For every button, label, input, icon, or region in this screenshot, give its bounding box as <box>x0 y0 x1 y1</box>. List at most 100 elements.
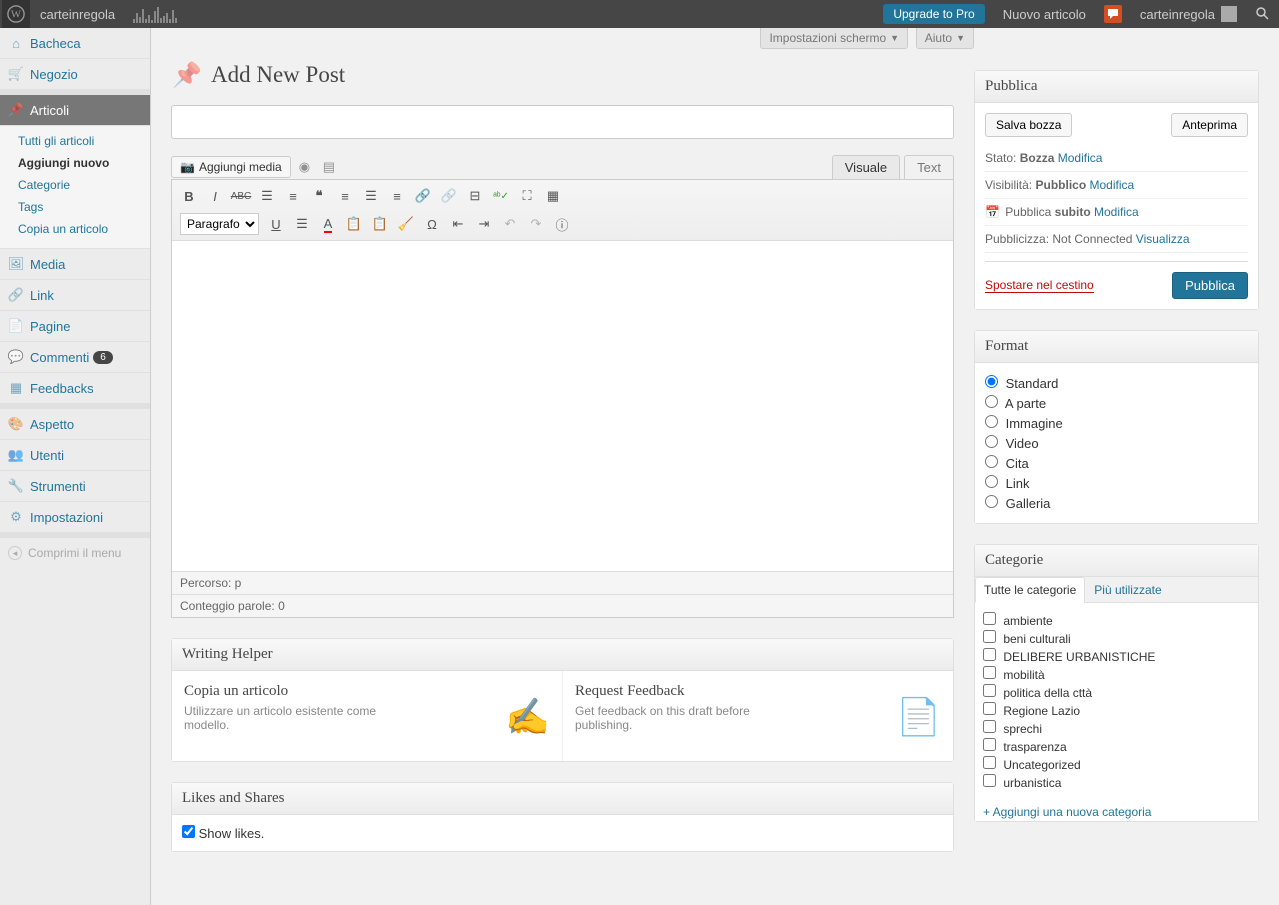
category-item[interactable]: beni culturali <box>983 629 1250 647</box>
paste-text-button[interactable]: 📋 <box>342 213 366 235</box>
number-list-button[interactable]: ≡ <box>281 185 305 207</box>
category-checkbox[interactable] <box>983 702 996 715</box>
submenu-add-new[interactable]: Aggiungi nuovo <box>10 152 150 174</box>
category-checkbox[interactable] <box>983 738 996 751</box>
site-name[interactable]: carteinregola <box>30 7 125 22</box>
format-option[interactable]: Galleria <box>985 493 1248 513</box>
save-draft-button[interactable]: Salva bozza <box>985 113 1072 137</box>
form-icon[interactable]: ▤ <box>323 159 339 175</box>
category-item[interactable]: Regione Lazio <box>983 701 1250 719</box>
category-checkbox[interactable] <box>983 684 996 697</box>
spellcheck-button[interactable]: ᵃᵇ✓ <box>489 185 513 207</box>
editor-content[interactable] <box>172 241 953 571</box>
edit-visibility-link[interactable]: Modifica <box>1090 178 1135 192</box>
paragraph-select[interactable]: Paragrafo <box>180 213 259 235</box>
notification-icon[interactable] <box>1104 5 1122 23</box>
indent-button[interactable]: ⇥ <box>472 213 496 235</box>
category-item[interactable]: politica della cttà <box>983 683 1250 701</box>
tab-text[interactable]: Text <box>904 155 954 179</box>
format-radio[interactable] <box>985 375 998 388</box>
format-option[interactable]: Immagine <box>985 413 1248 433</box>
wp-logo-icon[interactable]: W <box>2 0 30 28</box>
charmap-button[interactable]: Ω <box>420 213 444 235</box>
category-checkbox[interactable] <box>983 756 996 769</box>
submenu-all-posts[interactable]: Tutti gli articoli <box>10 130 150 152</box>
tab-most-used[interactable]: Più utilizzate <box>1085 577 1170 603</box>
category-item[interactable]: ambiente <box>983 611 1250 629</box>
outdent-button[interactable]: ⇤ <box>446 213 470 235</box>
more-button[interactable]: ⊟ <box>463 185 487 207</box>
align-left-button[interactable]: ≡ <box>333 185 357 207</box>
remove-format-button[interactable]: 🧹 <box>394 213 418 235</box>
category-item[interactable]: sprechi <box>983 719 1250 737</box>
category-checkbox[interactable] <box>983 648 996 661</box>
submenu-copy-post[interactable]: Copia un articolo <box>10 218 150 240</box>
screen-options-button[interactable]: Impostazioni schermo▼ <box>760 28 908 49</box>
category-checkbox[interactable] <box>983 612 996 625</box>
new-post-link[interactable]: Nuovo articolo <box>993 0 1096 28</box>
fullscreen-button[interactable]: ⛶ <box>515 185 539 207</box>
submenu-tags[interactable]: Tags <box>10 196 150 218</box>
post-title-input[interactable] <box>171 105 954 139</box>
collapse-menu[interactable]: ◂Comprimi il menu <box>0 538 150 568</box>
format-radio[interactable] <box>985 395 998 408</box>
menu-dashboard[interactable]: ⌂Bacheca <box>0 28 150 59</box>
help-button[interactable]: Aiuto▼ <box>916 28 974 49</box>
link-button[interactable]: 🔗 <box>411 185 435 207</box>
add-category-link[interactable]: + Aggiungi una nuova categoria <box>975 799 1258 821</box>
show-likes-checkbox[interactable] <box>182 825 195 838</box>
edit-status-link[interactable]: Modifica <box>1058 151 1103 165</box>
menu-comments[interactable]: 💬Commenti6 <box>0 342 150 373</box>
copy-post-card[interactable]: Copia un articolo Utilizzare un articolo… <box>172 671 562 761</box>
textcolor-button[interactable]: A <box>316 213 340 235</box>
category-item[interactable]: trasparenza <box>983 737 1250 755</box>
bullet-list-button[interactable]: ☰ <box>255 185 279 207</box>
unlink-button[interactable]: 🔗 <box>437 185 461 207</box>
submenu-categories[interactable]: Categorie <box>10 174 150 196</box>
poll-icon[interactable]: ◉ <box>299 159 315 175</box>
format-option[interactable]: Cita <box>985 453 1248 473</box>
tab-visual[interactable]: Visuale <box>832 155 900 179</box>
menu-posts[interactable]: 📌Articoli <box>0 95 150 126</box>
underline-button[interactable]: U <box>264 213 288 235</box>
bold-button[interactable]: B <box>177 185 201 207</box>
category-checkbox[interactable] <box>983 774 996 787</box>
menu-users[interactable]: 👥Utenti <box>0 440 150 471</box>
upgrade-button[interactable]: Upgrade to Pro <box>883 4 984 24</box>
category-checkbox[interactable] <box>983 666 996 679</box>
format-radio[interactable] <box>985 415 998 428</box>
preview-button[interactable]: Anteprima <box>1171 113 1248 137</box>
edit-schedule-link[interactable]: Modifica <box>1094 205 1139 219</box>
align-right-button[interactable]: ≡ <box>385 185 409 207</box>
format-option[interactable]: A parte <box>985 393 1248 413</box>
add-media-button[interactable]: 📷Aggiungi media <box>171 156 291 178</box>
format-radio[interactable] <box>985 435 998 448</box>
format-option[interactable]: Standard <box>985 373 1248 393</box>
undo-button[interactable]: ↶ <box>498 213 522 235</box>
menu-feedbacks[interactable]: ▦Feedbacks <box>0 373 150 404</box>
publish-button[interactable]: Pubblica <box>1172 272 1248 299</box>
menu-links[interactable]: 🔗Link <box>0 280 150 311</box>
show-likes-label[interactable]: Show likes. <box>182 826 264 841</box>
kitchensink-button[interactable]: ▦ <box>541 185 565 207</box>
menu-pages[interactable]: 📄Pagine <box>0 311 150 342</box>
category-list[interactable]: ambiente beni culturali DELIBERE URBANIS… <box>975 603 1258 799</box>
strike-button[interactable]: ABC <box>229 185 253 207</box>
blockquote-button[interactable]: ❝ <box>307 185 331 207</box>
category-checkbox[interactable] <box>983 720 996 733</box>
category-checkbox[interactable] <box>983 630 996 643</box>
italic-button[interactable]: I <box>203 185 227 207</box>
menu-media[interactable]: 🖼Media <box>0 249 150 280</box>
category-item[interactable]: mobilità <box>983 665 1250 683</box>
help-icon-button[interactable]: ⓘ <box>550 213 574 235</box>
request-feedback-card[interactable]: Request Feedback Get feedback on this dr… <box>562 671 953 761</box>
format-radio[interactable] <box>985 455 998 468</box>
menu-appearance[interactable]: 🎨Aspetto <box>0 409 150 440</box>
category-item[interactable]: DELIBERE URBANISTICHE <box>983 647 1250 665</box>
category-item[interactable]: urbanistica <box>983 773 1250 791</box>
justify-button[interactable]: ☰ <box>290 213 314 235</box>
redo-button[interactable]: ↷ <box>524 213 548 235</box>
user-menu[interactable]: carteinregola <box>1130 0 1247 28</box>
stats-sparkline-icon[interactable] <box>125 5 185 23</box>
format-option[interactable]: Video <box>985 433 1248 453</box>
